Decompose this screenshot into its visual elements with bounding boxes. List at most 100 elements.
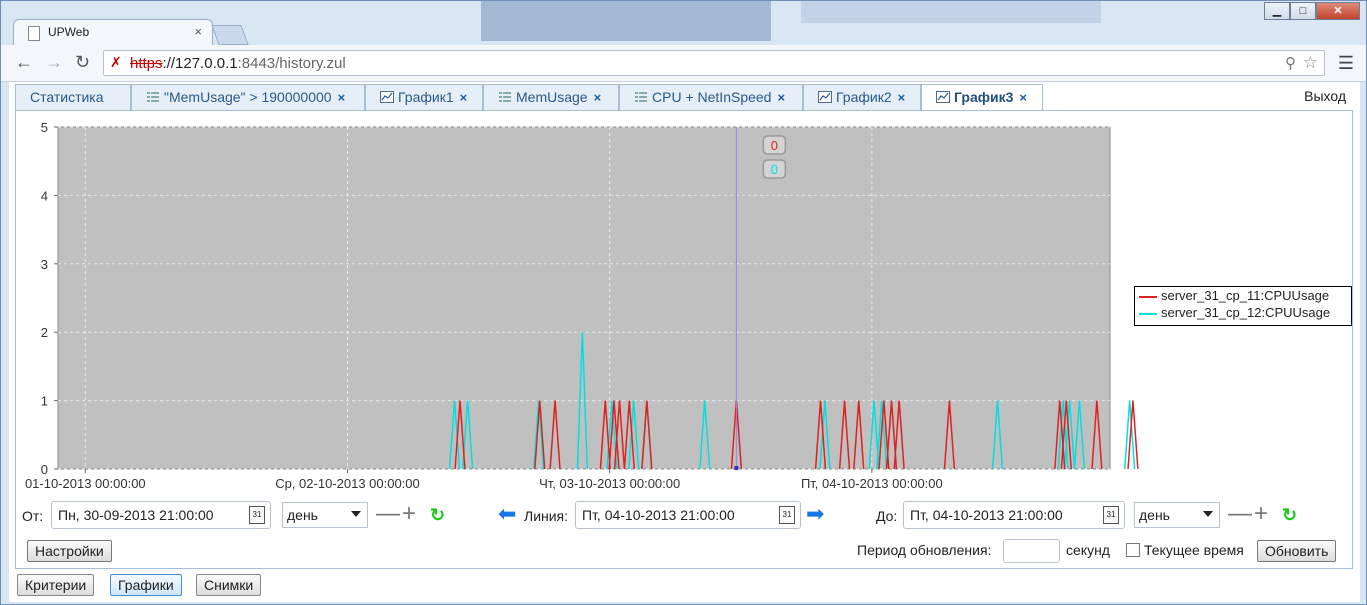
legend-label: server_31_cp_11:CPUUsage xyxy=(1161,288,1330,303)
app-tab[interactable]: Статистика xyxy=(15,84,131,110)
app-tab-label: CPU + NetInSpeed xyxy=(652,89,772,105)
app-tab-label: График1 xyxy=(398,89,454,105)
url-text: https://127.0.0.1:8443/history.zul xyxy=(130,55,346,72)
refresh-period-input[interactable] xyxy=(1003,539,1060,563)
tab-close-icon[interactable]: × xyxy=(338,90,346,105)
page-content: Статистика "MemUsage" > 190000000 × График1… xyxy=(9,82,1360,602)
x-tick-label: 01-10-2013 00:00:00 xyxy=(25,476,146,491)
browser-window: UPWeb × ▁ □ ✕ ← → ↻ ✗ https://127.0.0.1:… xyxy=(0,0,1367,605)
from-unit-select[interactable]: день xyxy=(282,502,368,528)
update-button[interactable]: Обновить xyxy=(1257,540,1337,562)
browser-tab-close-icon[interactable]: × xyxy=(194,24,202,39)
background-window xyxy=(801,1,1101,23)
calendar-icon[interactable]: 31 xyxy=(249,506,265,524)
to-unit-select[interactable]: день xyxy=(1134,502,1220,528)
page-icon xyxy=(28,26,40,41)
back-arrow-icon[interactable]: ← xyxy=(15,52,33,73)
title-bar: UPWeb × ▁ □ ✕ xyxy=(1,1,1366,45)
criteria-tab[interactable]: Критерии xyxy=(17,574,95,596)
calendar-icon[interactable]: 31 xyxy=(779,506,795,524)
minus-icon[interactable]: — xyxy=(1228,502,1252,526)
zoom-icon[interactable]: ⚲ xyxy=(1285,54,1296,72)
minimize-button[interactable]: ▁ xyxy=(1264,2,1290,20)
new-tab-button[interactable] xyxy=(211,25,249,45)
seconds-label: секунд xyxy=(1066,542,1110,558)
settings-button[interactable]: Настройки xyxy=(27,540,112,562)
app-tab[interactable]: "MemUsage" > 190000000 × xyxy=(131,84,365,110)
x-tick-label: Ср, 02-10-2013 00:00:00 xyxy=(275,476,420,491)
arrow-left-icon[interactable]: ⬅ xyxy=(498,501,516,527)
reset-icon[interactable]: ↻ xyxy=(430,505,445,526)
app-tab-label: MemUsage xyxy=(516,89,588,105)
browser-menu-icon[interactable]: ☰ xyxy=(1338,53,1354,74)
refresh-period-label: Период обновления: xyxy=(857,542,992,558)
reset-icon[interactable]: ↻ xyxy=(1282,505,1297,526)
browser-tab[interactable]: UPWeb × xyxy=(13,19,213,45)
y-tick-label: 5 xyxy=(41,120,48,135)
close-window-button[interactable]: ✕ xyxy=(1316,2,1360,20)
calendar-icon[interactable]: 31 xyxy=(1103,506,1119,524)
charts-tab[interactable]: Графики xyxy=(110,574,182,596)
y-tick-label: 3 xyxy=(41,257,48,272)
reload-icon[interactable]: ↻ xyxy=(75,52,90,73)
from-date-input[interactable]: Пн, 30-09-2013 21:00:00 31 xyxy=(51,501,271,529)
chart-area: 0 1 2 3 4 5 01-10-2013 00:00:00 Ср, 02-10-2013 … xyxy=(16,111,1354,491)
app-tab[interactable]: CPU + NetInSpeed × xyxy=(619,84,803,110)
app-tab[interactable]: График3 × xyxy=(921,84,1043,111)
app-tab[interactable]: График1 × xyxy=(365,84,483,110)
cursor-marker xyxy=(734,466,739,470)
tab-close-icon[interactable]: × xyxy=(460,90,468,105)
x-tick-label: Чт, 03-10-2013 00:00:00 xyxy=(539,476,680,491)
legend-item: server_31_cp_12:CPUUsage xyxy=(1135,304,1351,321)
browser-tab-title: UPWeb xyxy=(48,25,90,39)
background-window xyxy=(481,1,771,41)
minus-icon[interactable]: — xyxy=(376,502,400,526)
cursor-value-label: 0 xyxy=(771,162,778,177)
table-icon xyxy=(634,90,648,102)
tab-close-icon[interactable]: × xyxy=(777,90,785,105)
exit-link[interactable]: Выход xyxy=(1304,88,1346,104)
to-date-input[interactable]: Пт, 04-10-2013 21:00:00 31 xyxy=(903,501,1125,529)
line-label: Линия: xyxy=(524,508,569,524)
legend-swatch xyxy=(1139,312,1157,315)
plus-icon[interactable]: + xyxy=(1254,502,1268,526)
y-tick-label: 2 xyxy=(41,325,48,340)
current-time-checkbox[interactable] xyxy=(1126,543,1140,557)
table-icon xyxy=(146,90,160,102)
line-date-input[interactable]: Пт, 04-10-2013 21:00:00 31 xyxy=(575,501,801,529)
current-time-label: Текущее время xyxy=(1144,542,1244,558)
address-bar[interactable]: ✗ https://127.0.0.1:8443/history.zul ⚲ ☆ xyxy=(103,50,1325,76)
tab-close-icon[interactable]: × xyxy=(1019,90,1027,105)
plus-icon[interactable]: + xyxy=(402,502,416,526)
bookmark-star-icon[interactable]: ☆ xyxy=(1303,53,1318,73)
chart-icon xyxy=(818,90,832,103)
table-icon xyxy=(498,90,512,102)
y-tick-label: 4 xyxy=(41,188,48,203)
y-tick-label: 1 xyxy=(41,394,48,409)
tab-close-icon[interactable]: × xyxy=(898,90,906,105)
chart-icon xyxy=(380,90,394,103)
chevron-down-icon xyxy=(351,511,361,517)
app-tab[interactable]: График2 × xyxy=(803,84,921,110)
y-tick-label: 0 xyxy=(41,462,48,477)
chart-legend: server_31_cp_11:CPUUsage server_31_cp_12… xyxy=(1134,286,1352,326)
forward-arrow-icon[interactable]: → xyxy=(45,52,63,73)
snapshots-tab[interactable]: Снимки xyxy=(196,574,262,596)
window-controls: ▁ □ ✕ xyxy=(1264,2,1360,20)
chart-panel: 0 1 2 3 4 5 01-10-2013 00:00:00 Ср, 02-10-2013 … xyxy=(15,110,1353,569)
legend-item: server_31_cp_11:CPUUsage xyxy=(1135,287,1351,304)
arrow-right-icon[interactable]: ➡ xyxy=(806,501,824,527)
maximize-button[interactable]: □ xyxy=(1290,2,1316,20)
app-tab-label: График2 xyxy=(836,89,892,105)
app-tab-label: "MemUsage" > 190000000 xyxy=(164,89,332,105)
app-tab[interactable]: MemUsage × xyxy=(483,84,619,110)
cursor-value-label: 0 xyxy=(771,138,778,153)
to-label: До: xyxy=(876,508,898,524)
legend-swatch xyxy=(1139,295,1157,298)
chevron-down-icon xyxy=(1203,511,1213,517)
app-tab-label: Статистика xyxy=(30,89,104,105)
from-label: От: xyxy=(22,508,44,524)
plot-background xyxy=(57,126,1111,470)
insecure-lock-icon[interactable]: ✗ xyxy=(110,54,122,71)
tab-close-icon[interactable]: × xyxy=(594,90,602,105)
